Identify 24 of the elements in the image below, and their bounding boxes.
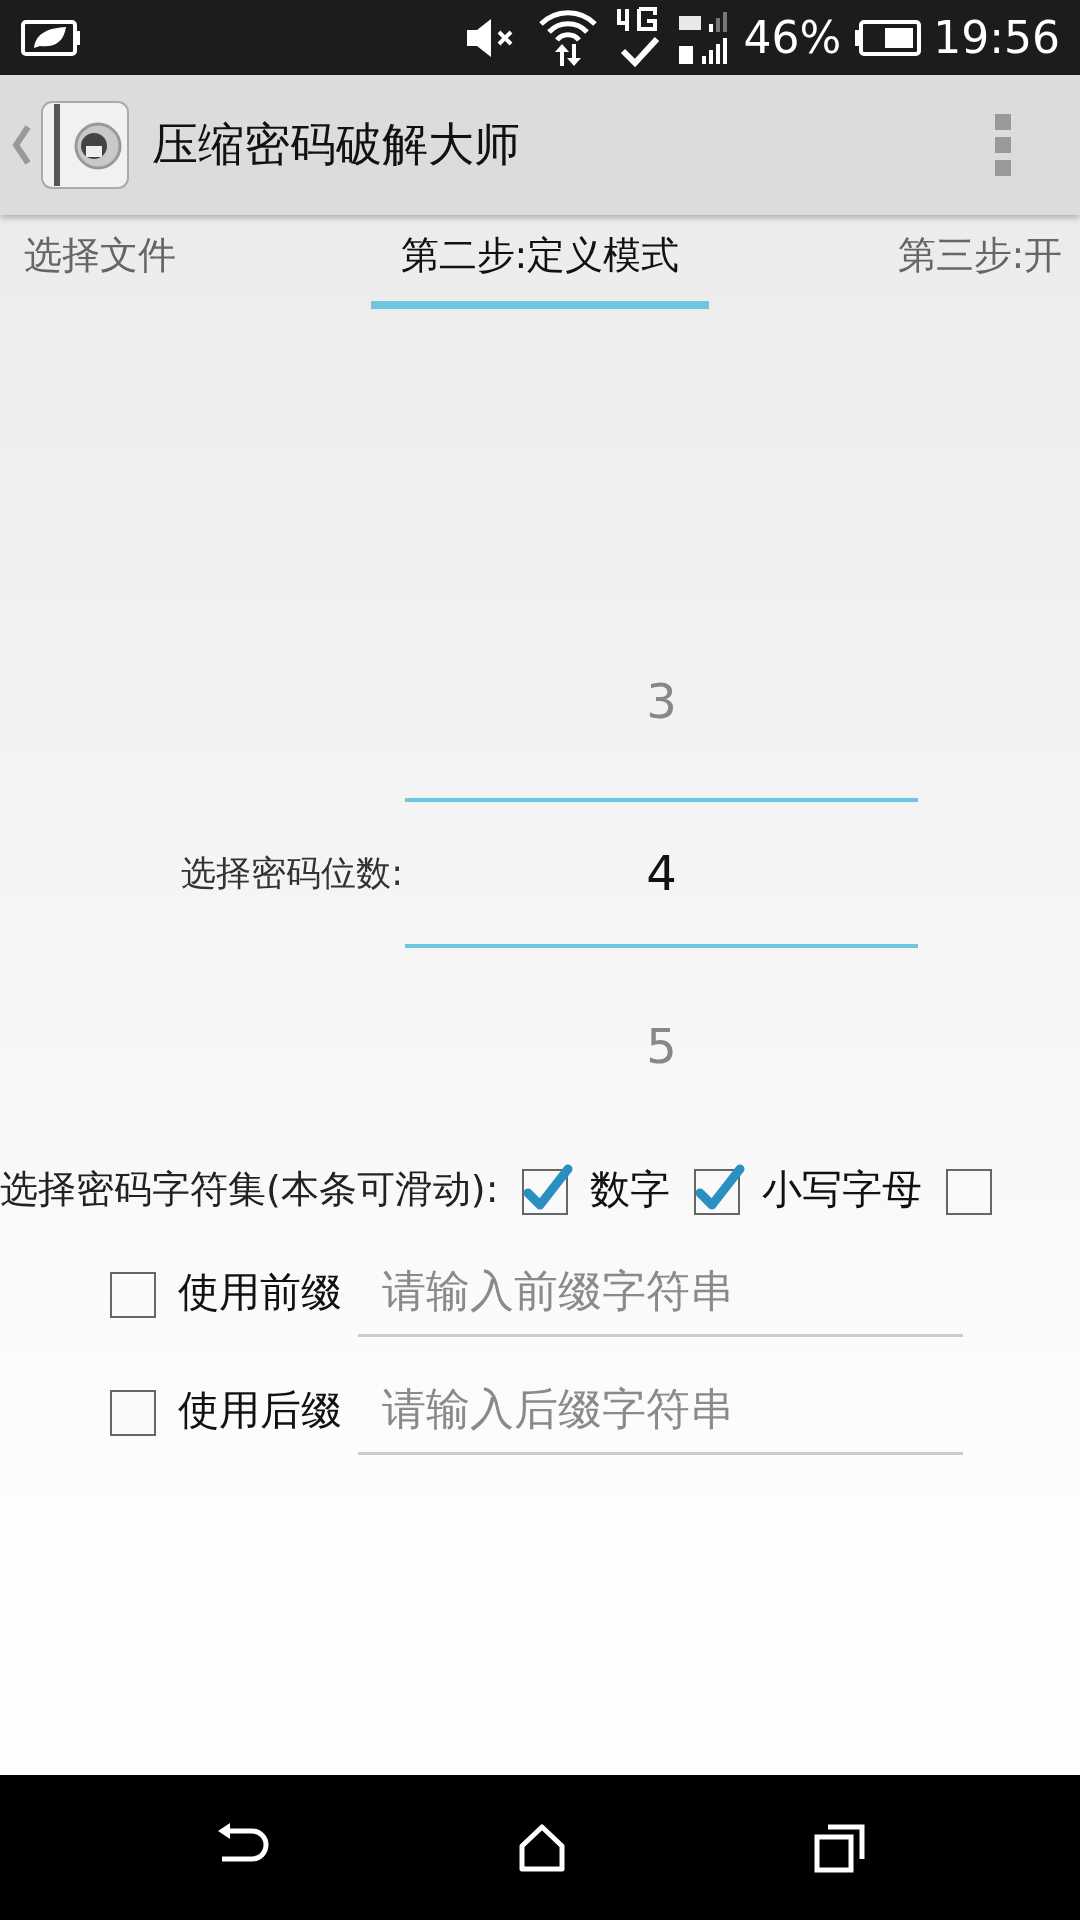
battery-saver-icon bbox=[20, 17, 82, 58]
length-label: 选择密码位数: bbox=[180, 851, 404, 895]
checkbox-label: 小写字母 bbox=[762, 1164, 923, 1214]
battery-percent: 46% bbox=[743, 12, 842, 63]
input-field[interactable]: 请输入后缀字符串 bbox=[358, 1365, 963, 1455]
clock-time: 19:56 bbox=[933, 12, 1060, 63]
picker-value[interactable]: 3 bbox=[405, 603, 918, 798]
checkbox-label: 使用前缀 bbox=[178, 1266, 342, 1318]
recent-apps-icon[interactable] bbox=[814, 1822, 866, 1873]
checkbox-label: 数字 bbox=[590, 1164, 671, 1214]
app-title: 压缩密码破解大师 bbox=[152, 116, 521, 173]
input-field[interactable]: 请输入前缀字符串 bbox=[358, 1247, 963, 1337]
step-tab[interactable]: 选择文件 bbox=[0, 230, 206, 309]
home-icon[interactable] bbox=[518, 1823, 566, 1872]
app-logo-icon[interactable] bbox=[40, 100, 130, 190]
picker-value[interactable]: 5 bbox=[405, 948, 918, 1143]
picker-value[interactable]: 4 bbox=[405, 798, 918, 948]
battery-icon bbox=[853, 19, 922, 56]
step-tab[interactable]: 第二步:定义模式 bbox=[370, 230, 710, 309]
charset-label: 选择密码字符集(本条可滑动): bbox=[0, 1165, 499, 1213]
step-tab[interactable]: 第三步:开 bbox=[867, 230, 1080, 309]
checkbox-label: 使用后缀 bbox=[178, 1384, 342, 1436]
number-picker[interactable]: 3 4 5 bbox=[405, 603, 918, 1143]
network-4g-icon bbox=[615, 6, 662, 69]
